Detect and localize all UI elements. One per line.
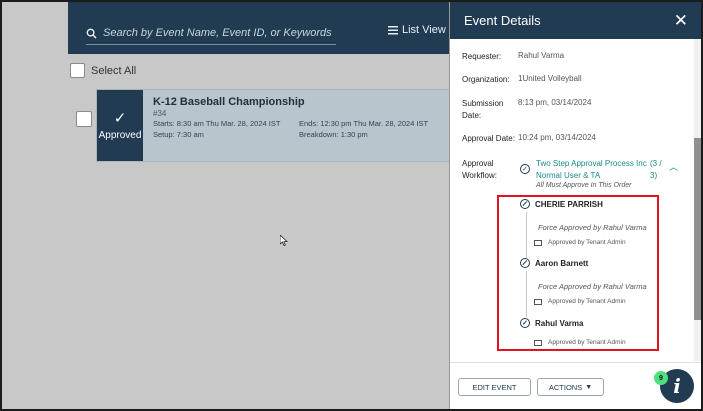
setup-label: Setup:	[153, 130, 175, 139]
search-placeholder[interactable]: Search by Event Name, Event ID, or Keywo…	[103, 27, 332, 39]
notification-count: 9	[654, 371, 668, 385]
approval-date-value: 10:24 pm, 03/14/2024	[518, 133, 596, 142]
list-icon	[388, 25, 398, 34]
breakdown-value: 1:30 pm	[340, 130, 368, 139]
workflow-count-line-2: 3)	[650, 171, 658, 180]
event-details-panel: Event Details ✕ Requester: Rahul Varma O…	[449, 2, 701, 409]
starts-label: Starts:	[153, 119, 175, 128]
edit-event-label: EDIT EVENT	[472, 382, 517, 392]
check-icon: ✓	[113, 109, 127, 127]
requester-label: Requester:	[462, 52, 502, 61]
list-view-label: List View	[402, 24, 446, 36]
event-setup: Setup: 7:30 am	[153, 130, 204, 139]
workflow-name-line-1: Two Step Approval Process Inc	[536, 159, 647, 168]
workflow-label-2: Workflow:	[462, 171, 497, 180]
scrollbar-thumb[interactable]	[694, 138, 701, 320]
actions-label: ACTIONS	[548, 382, 583, 392]
submission-label-date: Date:	[462, 111, 482, 120]
chevron-down-icon: ▼	[585, 383, 593, 391]
workflow-name-link[interactable]: Two Step Approval Process Inc Normal Use…	[536, 158, 648, 182]
breakdown-label: Breakdown:	[299, 130, 339, 139]
status-badge: ✓ Approved	[97, 90, 143, 161]
event-title[interactable]: K-12 Baseball Championship	[153, 96, 305, 108]
requester-value: Rahul Varma	[518, 51, 565, 60]
workflow-count-line-1: (3 /	[650, 159, 662, 168]
ends-label: Ends:	[299, 119, 319, 128]
select-all-label: Select All	[91, 64, 137, 77]
chevron-up-icon[interactable]: ︿	[669, 160, 678, 173]
ends-value: 12:30 pm Thu Mar. 28, 2024 IST	[320, 119, 429, 128]
select-all-checkbox[interactable]	[70, 63, 85, 78]
event-row-checkbox[interactable]	[76, 111, 92, 127]
organization-label: Organization:	[462, 75, 510, 84]
search-icon	[86, 28, 97, 39]
check-circle-icon: ✓	[520, 164, 530, 174]
approval-date-label: Approval Date:	[462, 134, 515, 143]
highlight-box	[497, 195, 659, 351]
search-bar[interactable]: Search by Event Name, Event ID, or Keywo…	[86, 22, 336, 45]
workflow-note: All Must Approve In This Order	[536, 182, 632, 189]
event-starts: Starts: 8:30 am Thu Mar. 28, 2024 IST	[153, 119, 280, 128]
submission-value: 8:13 pm, 03/14/2024	[518, 98, 592, 107]
status-label: Approved	[98, 129, 142, 141]
event-breakdown: Breakdown: 1:30 pm	[299, 130, 368, 139]
events-toolbar: Search by Event Name, Event ID, or Keywo…	[68, 2, 468, 54]
event-card[interactable]: ✓ Approved K-12 Baseball Championship #3…	[96, 89, 458, 162]
mouse-cursor-icon	[280, 235, 288, 246]
workflow-name-line-2: Normal User & TA	[536, 171, 601, 180]
panel-header: Event Details ✕	[450, 2, 701, 39]
event-id: #34	[153, 109, 167, 118]
starts-value: 8:30 am Thu Mar. 28, 2024 IST	[176, 119, 281, 128]
setup-value: 7:30 am	[176, 130, 204, 139]
screen: Search by Event Name, Event ID, or Keywo…	[2, 2, 701, 409]
workflow-label: Approval	[462, 159, 494, 168]
event-ends: Ends: 12:30 pm Thu Mar. 28, 2024 IST	[299, 119, 428, 128]
actions-button[interactable]: ACTIONS ▼	[537, 378, 604, 396]
submission-label: Submission	[462, 99, 504, 108]
panel-title: Event Details	[464, 13, 541, 28]
edit-event-button[interactable]: EDIT EVENT	[458, 378, 531, 396]
close-icon[interactable]: ✕	[674, 12, 688, 29]
organization-value: 1United Volleyball	[518, 74, 582, 83]
list-view-toggle[interactable]: List View	[388, 24, 446, 36]
select-all[interactable]: Select All	[70, 63, 136, 78]
workflow-count: (3 / 3)	[650, 158, 662, 182]
